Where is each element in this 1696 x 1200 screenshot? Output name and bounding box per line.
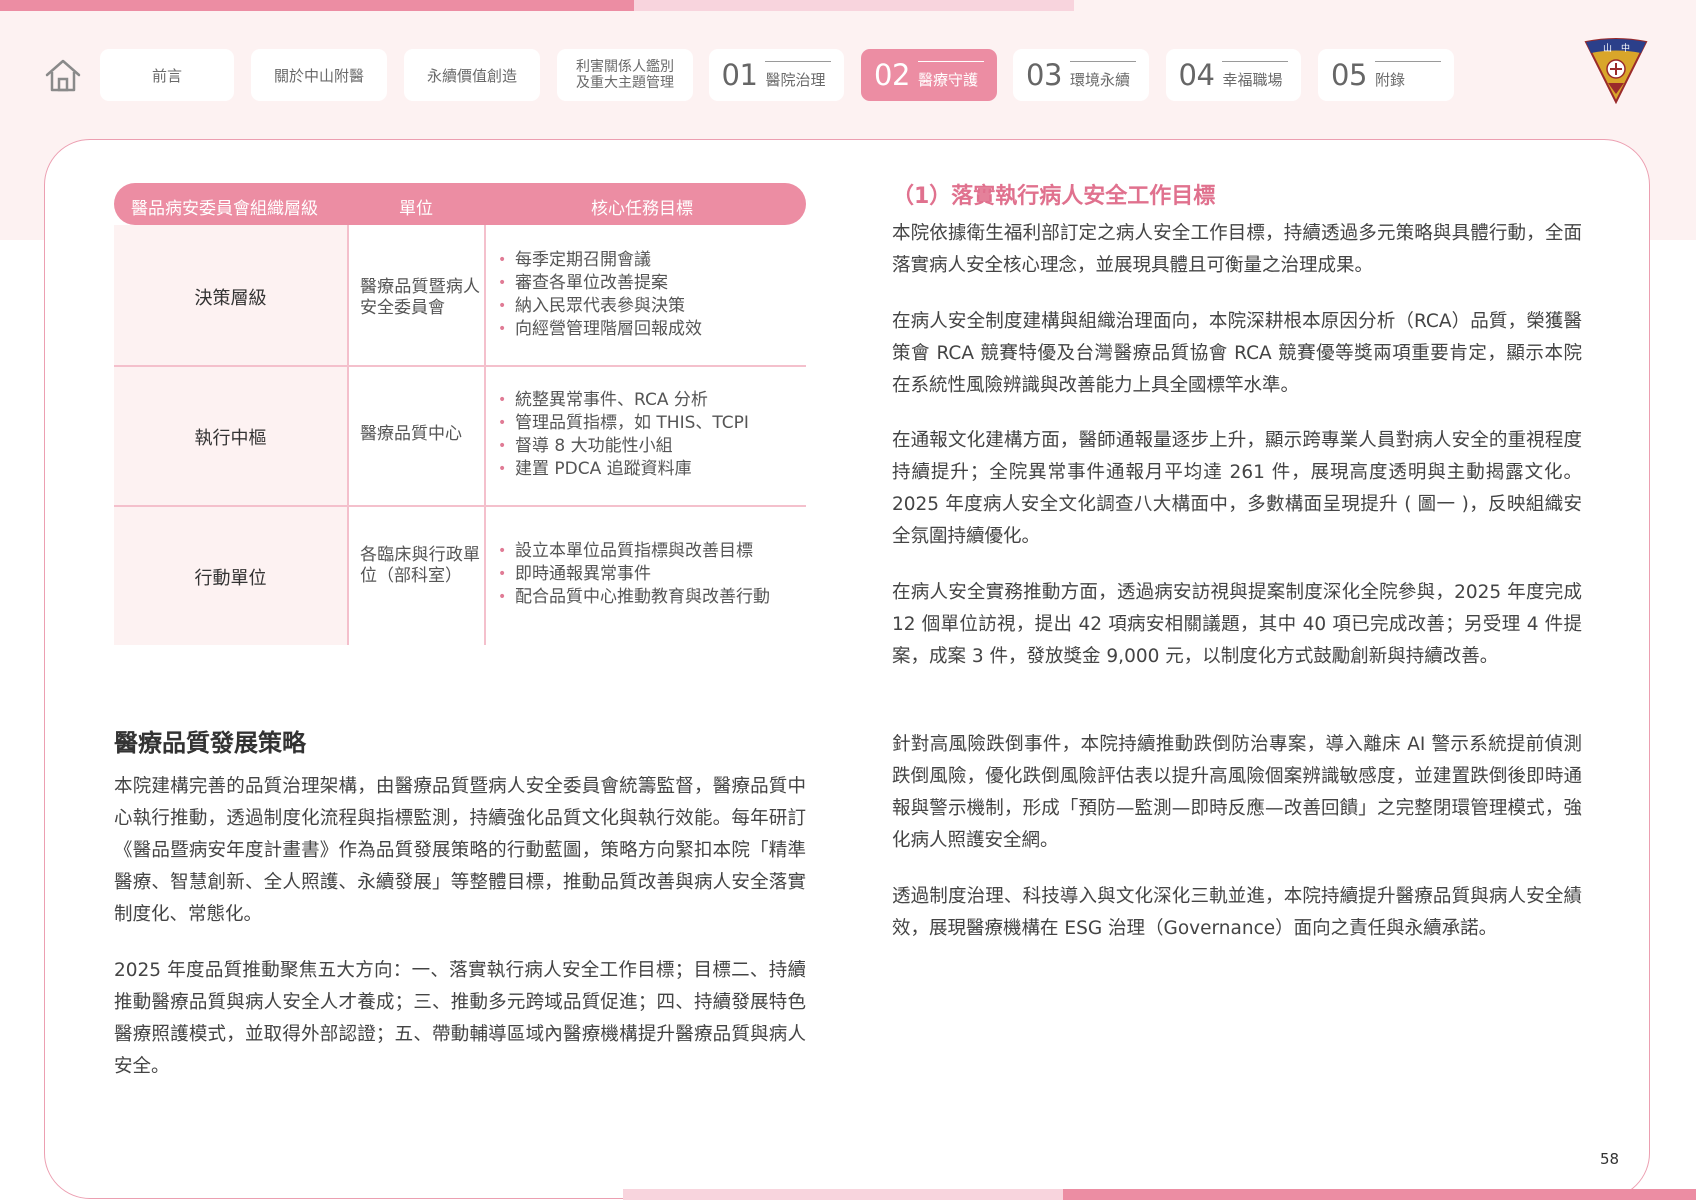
tab-rule bbox=[1069, 60, 1136, 62]
org-table: 決策層級 醫療品質暨病人安全委員會 每季定期召開會議 審查各單位改善提案 納入民… bbox=[114, 225, 806, 645]
tab-about[interactable]: 關於中山附醫 bbox=[251, 49, 387, 101]
table-row-level: 行動單位 bbox=[194, 568, 267, 589]
svg-text:中: 中 bbox=[1621, 42, 1630, 54]
right-paragraph: 在病人安全制度建構與組織治理面向，本院深耕根本原因分析（RCA）品質，榮獲醫策會… bbox=[892, 311, 1582, 396]
task-item: 即時通報異常事件 bbox=[498, 563, 770, 586]
tab-rule bbox=[1374, 60, 1441, 62]
task-item: 納入民眾代表參與決策 bbox=[498, 295, 702, 318]
page-number: 58 bbox=[1600, 1150, 1620, 1168]
tab-rule bbox=[917, 60, 984, 62]
table-row-level: 決策層級 bbox=[194, 288, 267, 309]
tab-preface[interactable]: 前言 bbox=[100, 49, 234, 101]
top-accent-bar bbox=[0, 0, 634, 11]
home-icon[interactable] bbox=[44, 58, 82, 92]
table-header-unit: 單位 bbox=[399, 199, 433, 219]
tab-number: 05 bbox=[1331, 58, 1367, 92]
task-item: 審查各單位改善提案 bbox=[498, 272, 702, 295]
bottom-accent-bar bbox=[1063, 1189, 1696, 1200]
task-item: 統整異常事件、RCA 分析 bbox=[498, 389, 749, 412]
tab-label: 附錄 bbox=[1374, 70, 1405, 89]
svg-text:山: 山 bbox=[1603, 43, 1612, 54]
subsection-heading: （1）落實執行病人安全工作目標 bbox=[892, 184, 1216, 209]
tab-appendix[interactable]: 05 附錄 bbox=[1318, 49, 1454, 101]
tab-rule bbox=[765, 60, 832, 62]
tab-medical-care[interactable]: 02 醫療守護 bbox=[861, 49, 997, 101]
right-paragraph: 透過制度治理、科技導入與文化深化三軌並進，本院持續提升醫療品質與病人安全績效，展… bbox=[892, 886, 1582, 939]
table-divider bbox=[114, 365, 806, 367]
task-item: 配合品質中心推動教育與改善行動 bbox=[498, 586, 770, 609]
left-paragraph: 本院建構完善的品質治理架構，由醫療品質暨病人安全委員會統籌監督，醫療品質中心執行… bbox=[114, 776, 806, 925]
table-divider bbox=[484, 225, 486, 645]
tab-label: 環境永續 bbox=[1069, 70, 1130, 89]
right-paragraph: 在通報文化建構方面，醫師通報量逐步上升，顯示跨專業人員對病人安全的重視程度持續提… bbox=[892, 430, 1582, 547]
tab-number: 03 bbox=[1026, 58, 1062, 92]
tab-label: 前言 bbox=[151, 66, 182, 85]
table-row-tasks: 每季定期召開會議 審查各單位改善提案 納入民眾代表參與決策 向經營管理階層回報成… bbox=[498, 249, 702, 341]
table-header-level: 醫品病安委員會組織層級 bbox=[131, 199, 318, 219]
section-heading: 醫療品質發展策略 bbox=[114, 729, 306, 757]
tab-label: 幸福職場 bbox=[1222, 70, 1283, 89]
task-item: 督導 8 大功能性小組 bbox=[498, 435, 749, 458]
task-item: 向經營管理階層回報成效 bbox=[498, 318, 702, 341]
tab-workplace[interactable]: 04 幸福職場 bbox=[1166, 49, 1301, 101]
table-row-level: 執行中樞 bbox=[194, 428, 267, 449]
table-divider bbox=[347, 225, 349, 645]
table-header: 醫品病安委員會組織層級 單位 核心任務目標 bbox=[114, 183, 806, 225]
top-accent-bar-light bbox=[634, 0, 1074, 11]
tab-number: 01 bbox=[721, 58, 758, 92]
tab-stakeholders[interactable]: 利害關係人鑑別 及重大主題管理 bbox=[557, 49, 693, 101]
table-row-unit: 醫療品質暨病人安全委員會 bbox=[360, 277, 480, 318]
left-paragraph: 2025 年度品質推動聚焦五大方向：一、落實執行病人安全工作目標；目標二、持續推… bbox=[114, 960, 806, 1077]
task-item: 每季定期召開會議 bbox=[498, 249, 702, 272]
tab-rule bbox=[1222, 60, 1289, 62]
right-paragraph: 針對高風險跌倒事件，本院持續推動跌倒防治專案，導入離床 AI 警示系統提前偵測跌… bbox=[892, 734, 1582, 851]
right-paragraph: 在病人安全實務推動方面，透過病安訪視與提案制度深化全院參與，2025 年度完成 … bbox=[892, 582, 1582, 667]
tab-label: 醫療守護 bbox=[917, 70, 978, 89]
tab-number: 02 bbox=[874, 58, 910, 92]
table-row-tasks: 統整異常事件、RCA 分析 管理品質指標，如 THIS、TCPI 督導 8 大功… bbox=[498, 389, 749, 481]
tab-label: 利害關係人鑑別 及重大主題管理 bbox=[576, 59, 674, 91]
task-item: 設立本單位品質指標與改善目標 bbox=[498, 540, 770, 563]
table-header-tasks: 核心任務目標 bbox=[591, 199, 693, 219]
table-row-tasks: 設立本單位品質指標與改善目標 即時通報異常事件 配合品質中心推動教育與改善行動 bbox=[498, 540, 770, 609]
tab-label: 永續價值創造 bbox=[426, 66, 517, 85]
tab-governance[interactable]: 01 醫院治理 bbox=[709, 49, 844, 101]
tab-label: 醫院治理 bbox=[765, 70, 826, 89]
bottom-accent-bar-light bbox=[623, 1189, 1063, 1200]
tab-label: 關於中山附醫 bbox=[273, 66, 364, 85]
task-item: 管理品質指標，如 THIS、TCPI bbox=[498, 412, 749, 435]
tab-number: 04 bbox=[1178, 58, 1215, 92]
hospital-logo: 山 中 bbox=[1584, 38, 1648, 104]
table-row-unit: 各臨床與行政單位（部科室） bbox=[360, 545, 480, 586]
right-paragraph: 本院依據衛生福利部訂定之病人安全工作目標，持續透過多元策略與具體行動，全面落實病… bbox=[892, 223, 1582, 276]
tab-sustainable-value[interactable]: 永續價值創造 bbox=[404, 49, 540, 101]
table-divider bbox=[114, 505, 806, 507]
task-item: 建置 PDCA 追蹤資料庫 bbox=[498, 458, 749, 481]
table-row-unit: 醫療品質中心 bbox=[360, 424, 462, 444]
tab-environment[interactable]: 03 環境永續 bbox=[1013, 49, 1149, 101]
